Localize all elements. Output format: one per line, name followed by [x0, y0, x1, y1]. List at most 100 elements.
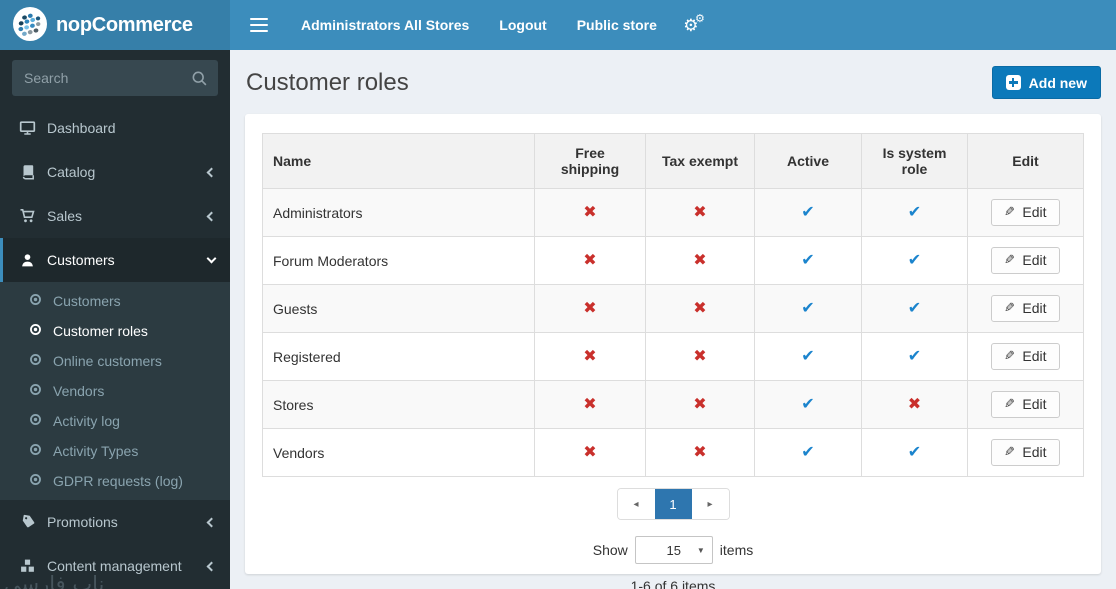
top-header-bar: nopCommerce Administrators All Stores Log…	[0, 0, 1116, 50]
sidebar-menu: Dashboard Catalog Sales Customers Customers C…	[0, 106, 230, 588]
edit-cell: ✎ Edit	[967, 380, 1084, 429]
role-name-cell: Forum Moderators	[262, 236, 535, 285]
chevron-left-icon	[206, 517, 217, 527]
table-row: Vendors ✖ ✖ ✔ ✔ ✎ Edit	[262, 428, 1084, 477]
main-content: Customer roles Add new Name Free shipping…	[230, 50, 1116, 589]
dot-circle-icon	[29, 293, 42, 309]
sidebar-item-content-management[interactable]: Content management	[0, 544, 230, 588]
column-header-is-system-role: Is system role	[861, 133, 968, 189]
edit-cell: ✎ Edit	[967, 428, 1084, 477]
top-navbar: Administrators All Stores Logout Public st…	[230, 0, 1116, 50]
submenu-item-customer-roles[interactable]: Customer roles	[0, 316, 230, 346]
tax-exempt-cell: ✖	[645, 284, 755, 333]
show-label: Show	[592, 542, 628, 558]
edit-button[interactable]: ✎ Edit	[991, 343, 1060, 370]
edit-button[interactable]: ✎ Edit	[991, 247, 1060, 274]
submenu-item-activity-types[interactable]: Activity Types	[0, 436, 230, 466]
check-icon: ✔	[801, 252, 815, 269]
sidebar-item-label: Dashboard	[47, 120, 116, 136]
pager-current-page[interactable]: 1	[654, 489, 692, 519]
pencil-icon: ✎	[1004, 252, 1016, 267]
sidebar: DashboardCatalogSalesCustomersCustomersC…	[0, 50, 230, 589]
nav-link-public-store[interactable]: Public store	[562, 0, 672, 50]
submenu-item-label: Vendors	[53, 383, 105, 399]
submenu-item-online-customers[interactable]: Online customers	[0, 346, 230, 376]
tax-exempt-cell: ✖	[645, 236, 755, 285]
nav-link-administrators-all-stores[interactable]: Administrators All Stores	[286, 0, 484, 50]
submenu-item-customers[interactable]: Customers	[0, 286, 230, 316]
table-header-row: Name Free shipping Tax exempt Active Is syst…	[262, 133, 1084, 189]
edit-button[interactable]: ✎ Edit	[991, 199, 1060, 226]
grid-footer: ◂ 1 ▸ Show 15 ▼ items 1-6 of 6 items	[262, 477, 1084, 589]
table-row: Administrators ✖ ✖ ✔ ✔ ✎ Edit	[262, 188, 1084, 237]
column-header-name: Name	[262, 133, 535, 189]
role-name-cell: Stores	[262, 380, 535, 429]
role-name-cell: Administrators	[262, 188, 535, 237]
cross-icon: ✖	[583, 300, 597, 317]
chevron-down-icon	[206, 253, 217, 264]
submenu-item-activity-log[interactable]: Activity log	[0, 406, 230, 436]
active-cell: ✔	[754, 284, 862, 333]
sidebar-item-label: Catalog	[47, 164, 96, 180]
submenu-item-gdpr-requests-log-[interactable]: GDPR requests (log)	[0, 466, 230, 496]
catalog-icon	[18, 164, 37, 180]
is-system-role-cell: ✔	[861, 188, 968, 237]
sidebar-item-catalog[interactable]: Catalog	[0, 150, 230, 194]
table-row: Forum Moderators ✖ ✖ ✔ ✔ ✎ Edit	[262, 236, 1084, 285]
column-header-active: Active	[754, 133, 862, 189]
cross-icon: ✖	[693, 204, 707, 221]
add-new-button[interactable]: Add new	[991, 66, 1101, 99]
dot-circle-icon	[29, 383, 42, 399]
dot-circle-icon	[29, 353, 42, 369]
active-cell: ✔	[754, 428, 862, 477]
free-shipping-cell: ✖	[534, 380, 646, 429]
cross-icon: ✖	[693, 396, 707, 413]
content-header: Customer roles Add new	[230, 50, 1116, 114]
search-input[interactable]	[24, 70, 191, 86]
cross-icon: ✖	[693, 348, 707, 365]
edit-cell: ✎ Edit	[967, 236, 1084, 285]
edit-button-label: Edit	[1022, 204, 1047, 220]
sidebar-item-promotions[interactable]: Promotions	[0, 500, 230, 544]
sidebar-item-dashboard[interactable]: Dashboard	[0, 106, 230, 150]
cross-icon: ✖	[693, 252, 707, 269]
brand-logo[interactable]: nopCommerce	[0, 0, 230, 50]
pager-previous-button[interactable]: ◂	[617, 489, 655, 519]
edit-button[interactable]: ✎ Edit	[991, 391, 1060, 418]
page-size-select[interactable]: 15 ▼	[634, 536, 713, 564]
edit-button[interactable]: ✎ Edit	[991, 439, 1060, 466]
customer-roles-panel: Name Free shipping Tax exempt Active Is syst…	[245, 114, 1101, 589]
submenu-item-vendors[interactable]: Vendors	[0, 376, 230, 406]
active-cell: ✔	[754, 188, 862, 237]
role-name-cell: Guests	[262, 284, 535, 333]
submenu-item-label: Activity log	[53, 413, 120, 429]
submenu-item-label: GDPR requests (log)	[53, 473, 183, 489]
select-dropdown-arrow-icon: ▼	[696, 546, 705, 555]
free-shipping-cell: ✖	[534, 428, 646, 477]
page-title: Customer roles	[246, 68, 409, 96]
sidebar-item-customers[interactable]: Customers	[0, 238, 230, 282]
content-icon	[18, 558, 37, 574]
chevron-left-icon	[206, 561, 217, 571]
check-icon: ✔	[907, 444, 922, 461]
table-row: Registered ✖ ✖ ✔ ✔ ✎ Edit	[262, 332, 1084, 381]
check-icon: ✔	[801, 300, 815, 317]
dot-circle-icon	[29, 323, 42, 339]
edit-button[interactable]: ✎ Edit	[991, 295, 1060, 322]
customer-roles-table: Name Free shipping Tax exempt Active Is syst…	[262, 133, 1084, 477]
pager-next-button[interactable]: ▸	[691, 489, 729, 519]
sidebar-item-sales[interactable]: Sales	[0, 194, 230, 238]
page-size-row: Show 15 ▼ items	[593, 536, 753, 564]
dot-circle-icon	[29, 413, 42, 429]
free-shipping-cell: ✖	[534, 188, 646, 237]
tax-exempt-cell: ✖	[645, 332, 755, 381]
cross-icon: ✖	[907, 396, 922, 413]
check-icon: ✔	[907, 348, 922, 365]
settings-gears-icon[interactable]: ⚙ ⚙	[674, 0, 708, 50]
sidebar-item-label: Customers	[47, 252, 115, 268]
active-cell: ✔	[754, 236, 862, 285]
nav-link-logout[interactable]: Logout	[484, 0, 561, 50]
pencil-icon: ✎	[1004, 396, 1016, 411]
check-icon: ✔	[907, 300, 922, 317]
sidebar-toggle-hamburger-icon[interactable]	[230, 0, 286, 50]
